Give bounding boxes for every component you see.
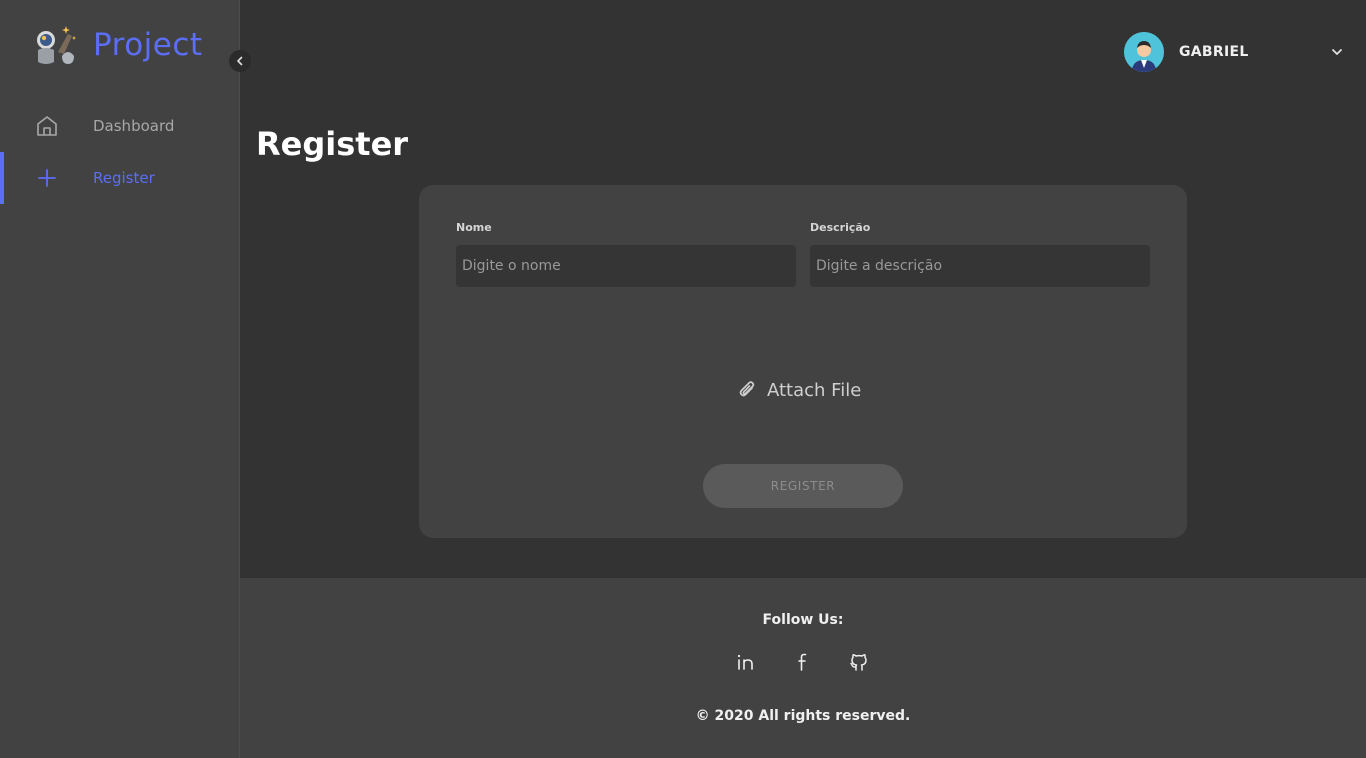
sidebar-item-label: Register (93, 169, 155, 187)
astronaut-logo-icon (37, 26, 76, 64)
chevron-left-icon (237, 56, 243, 66)
sidebar-item-register[interactable]: Register (0, 152, 240, 204)
attach-file-button[interactable]: Attach File (737, 375, 861, 405)
plus-icon (38, 169, 56, 187)
github-icon (850, 654, 867, 671)
footer: Follow Us: © 2020 All rights reserved. (240, 578, 1366, 758)
name-input[interactable] (456, 245, 796, 287)
social-links (240, 650, 1366, 674)
paperclip-icon (739, 381, 755, 397)
page-title: Register (256, 125, 409, 163)
sidebar-collapse-button[interactable] (229, 50, 251, 72)
description-field-label: Descrição (810, 221, 871, 234)
register-form-card: Nome Descrição Attach File REGISTER (419, 185, 1187, 538)
sidebar-nav: Dashboard Register (0, 100, 240, 204)
username: GABRIEL (1179, 44, 1249, 60)
sidebar-item-dashboard[interactable]: Dashboard (0, 100, 240, 152)
avatar (1124, 32, 1164, 72)
sidebar-item-label: Dashboard (93, 117, 175, 135)
sidebar: Project Dashboard Register (0, 0, 240, 758)
facebook-icon (798, 653, 807, 671)
linkedin-icon (737, 654, 753, 670)
avatar-icon (1124, 32, 1164, 72)
follow-us-label: Follow Us: (762, 612, 844, 628)
linkedin-link[interactable] (735, 650, 759, 674)
github-link[interactable] (847, 650, 871, 674)
home-icon (37, 116, 57, 136)
description-input[interactable] (810, 245, 1150, 287)
brand-name: Project (93, 27, 203, 63)
brand-logo[interactable]: Project (34, 22, 203, 68)
copyright-text: © 2020 All rights reserved. (695, 708, 911, 724)
name-field-label: Nome (456, 221, 492, 234)
chevron-down-icon (1332, 49, 1342, 55)
facebook-link[interactable] (791, 650, 815, 674)
register-button[interactable]: REGISTER (703, 464, 903, 508)
user-menu[interactable]: GABRIEL (1124, 32, 1354, 72)
attach-file-label: Attach File (767, 379, 862, 401)
